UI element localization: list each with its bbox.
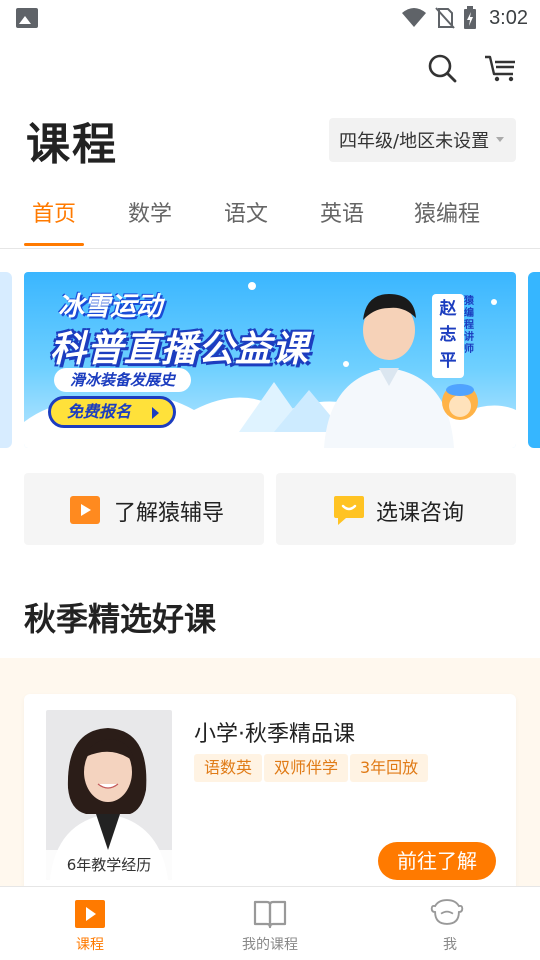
dropdown-caret-icon bbox=[496, 137, 504, 142]
bottom-nav: 课程 我的课程 我 bbox=[0, 886, 540, 960]
grade-selector[interactable]: 四年级/地区未设置 bbox=[329, 118, 516, 162]
page-title: 课程 bbox=[26, 119, 118, 170]
teacher-experience: 6年教学经历 bbox=[46, 850, 172, 880]
course-tag: 3年回放 bbox=[350, 754, 429, 782]
nav-my-courses[interactable]: 我的课程 bbox=[210, 887, 330, 960]
tab-home[interactable]: 首页 bbox=[32, 196, 76, 228]
clock: 3:02 bbox=[489, 6, 528, 29]
active-tab-indicator bbox=[24, 243, 84, 246]
monkey-face-icon bbox=[430, 899, 464, 925]
wifi-icon bbox=[402, 8, 427, 27]
course-tag: 双师伴学 bbox=[264, 754, 349, 782]
nav-courses[interactable]: 课程 bbox=[30, 887, 150, 960]
battery-charging-icon bbox=[464, 6, 477, 29]
subject-tabs: 首页 数学 语文 英语 猿编程 bbox=[0, 196, 540, 249]
banner-teacher-name: 赵志平 bbox=[432, 294, 464, 378]
search-icon[interactable] bbox=[426, 52, 458, 84]
nav-me-label: 我 bbox=[443, 937, 457, 953]
cart-icon[interactable] bbox=[484, 52, 516, 84]
goto-course-button[interactable]: 前往了解 bbox=[378, 842, 496, 880]
learn-about-label: 了解猿辅导 bbox=[114, 501, 225, 526]
course-consult-label: 选课咨询 bbox=[376, 501, 465, 526]
course-consult-button[interactable]: 选课咨询 bbox=[276, 473, 516, 545]
nav-courses-label: 课程 bbox=[76, 937, 104, 953]
status-icons: 3:02 bbox=[401, 5, 528, 31]
image-notification-icon bbox=[16, 8, 38, 28]
tab-programming[interactable]: 猿编程 bbox=[414, 196, 480, 228]
teacher-photo: 6年教学经历 bbox=[46, 710, 172, 880]
tab-chinese[interactable]: 语文 bbox=[224, 196, 268, 228]
banner-prev-peek[interactable] bbox=[0, 272, 12, 448]
course-tag: 语数英 bbox=[194, 754, 263, 782]
tab-english[interactable]: 英语 bbox=[320, 196, 364, 228]
grade-selector-label: 四年级/地区未设置 bbox=[339, 131, 490, 152]
banner-next-peek[interactable] bbox=[528, 272, 540, 448]
top-actions bbox=[426, 52, 516, 84]
play-icon bbox=[70, 496, 100, 524]
course-card[interactable]: 6年教学经历 小学·秋季精品课 语数英 双师伴学 3年回放 前往了解 bbox=[24, 694, 516, 894]
book-icon bbox=[253, 900, 287, 929]
play-icon bbox=[75, 900, 105, 928]
banner-subtitle: 滑冰装备发展史 bbox=[54, 368, 192, 392]
chat-icon bbox=[334, 496, 364, 525]
banner-headline: 科普直播公益课 bbox=[50, 329, 310, 370]
learn-about-button[interactable]: 了解猿辅导 bbox=[24, 473, 264, 545]
no-sim-icon bbox=[435, 7, 455, 29]
course-title: 小学·秋季精品课 bbox=[194, 722, 355, 747]
section-title: 秋季精选好课 bbox=[24, 600, 217, 638]
banner-register-button[interactable]: 免费报名 bbox=[48, 396, 176, 428]
banner-teacher-role: 猿编程讲师 bbox=[464, 296, 474, 355]
tab-math[interactable]: 数学 bbox=[128, 196, 172, 228]
status-bar: 3:02 bbox=[0, 0, 540, 36]
promo-banner[interactable]: 冰雪运动 科普直播公益课 滑冰装备发展史 免费报名 赵志平 猿编程讲师 bbox=[24, 272, 516, 448]
nav-my-courses-label: 我的课程 bbox=[242, 937, 298, 953]
nav-me[interactable]: 我 bbox=[390, 887, 510, 960]
banner-top-line: 冰雪运动 bbox=[58, 292, 163, 322]
